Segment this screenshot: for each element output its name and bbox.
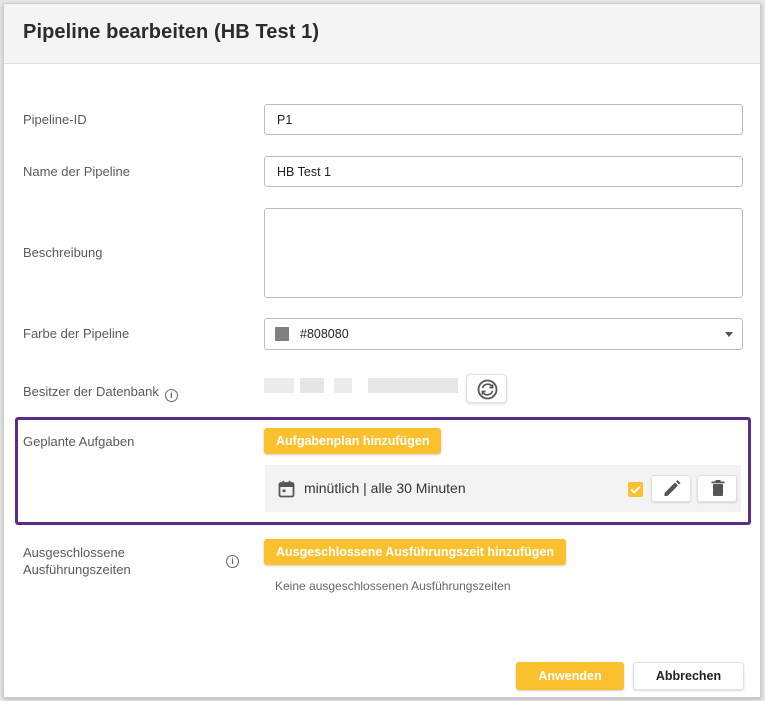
calendar-icon	[278, 480, 295, 498]
apply-button[interactable]: Anwenden	[516, 662, 624, 690]
scheduled-task-row: minütlich | alle 30 Minuten	[265, 465, 741, 512]
scheduled-tasks-label: Geplante Aufgaben	[23, 434, 135, 449]
info-icon[interactable]: i	[226, 555, 239, 568]
sync-owner-button[interactable]	[466, 374, 507, 403]
color-swatch	[275, 327, 289, 341]
add-schedule-button[interactable]: Aufgabenplan hinzufügen	[264, 428, 442, 454]
pipeline-name-input[interactable]: HB Test 1	[264, 156, 743, 187]
no-excluded-times-text: Keine ausgeschlossenen Ausführungszeiten	[275, 579, 511, 593]
pencil-icon	[664, 480, 681, 496]
task-enabled-checkbox[interactable]	[628, 482, 643, 497]
owner-value-redacted	[264, 378, 460, 393]
pipeline-id-label: Pipeline-ID	[23, 112, 87, 127]
sync-icon	[477, 379, 498, 400]
color-label: Farbe der Pipeline	[23, 326, 130, 341]
cancel-button[interactable]: Abbrechen	[633, 662, 744, 690]
pipeline-id-input[interactable]: P1	[264, 104, 743, 135]
task-schedule-text: minütlich | alle 30 Minuten	[304, 480, 466, 496]
color-value: #808080	[300, 327, 349, 341]
owner-label-text: Besitzer der Datenbank	[23, 384, 159, 399]
color-select[interactable]: #808080	[264, 318, 743, 350]
pipeline-name-value: HB Test 1	[277, 165, 331, 179]
delete-task-button[interactable]	[697, 475, 737, 502]
description-label: Beschreibung	[23, 245, 103, 260]
add-excluded-time-button[interactable]: Ausgeschlossene Ausführungszeit hinzufüg…	[264, 539, 567, 565]
edit-task-button[interactable]	[651, 475, 691, 502]
dialog-header: Pipeline bearbeiten (HB Test 1)	[4, 4, 760, 64]
pipeline-id-value: P1	[277, 113, 293, 127]
trash-icon	[711, 480, 725, 496]
chevron-down-icon	[725, 332, 733, 337]
owner-label: Besitzer der Datenbank i	[23, 384, 178, 402]
info-icon[interactable]: i	[164, 389, 178, 402]
check-icon	[630, 485, 641, 494]
edit-pipeline-dialog: Pipeline bearbeiten (HB Test 1) Pipeline…	[3, 3, 761, 698]
dialog-title: Pipeline bearbeiten (HB Test 1)	[23, 21, 320, 43]
description-textarea[interactable]	[264, 208, 743, 298]
excluded-times-label: Ausgeschlossene Ausführungszeiten	[23, 545, 131, 577]
pipeline-name-label: Name der Pipeline	[23, 164, 130, 179]
